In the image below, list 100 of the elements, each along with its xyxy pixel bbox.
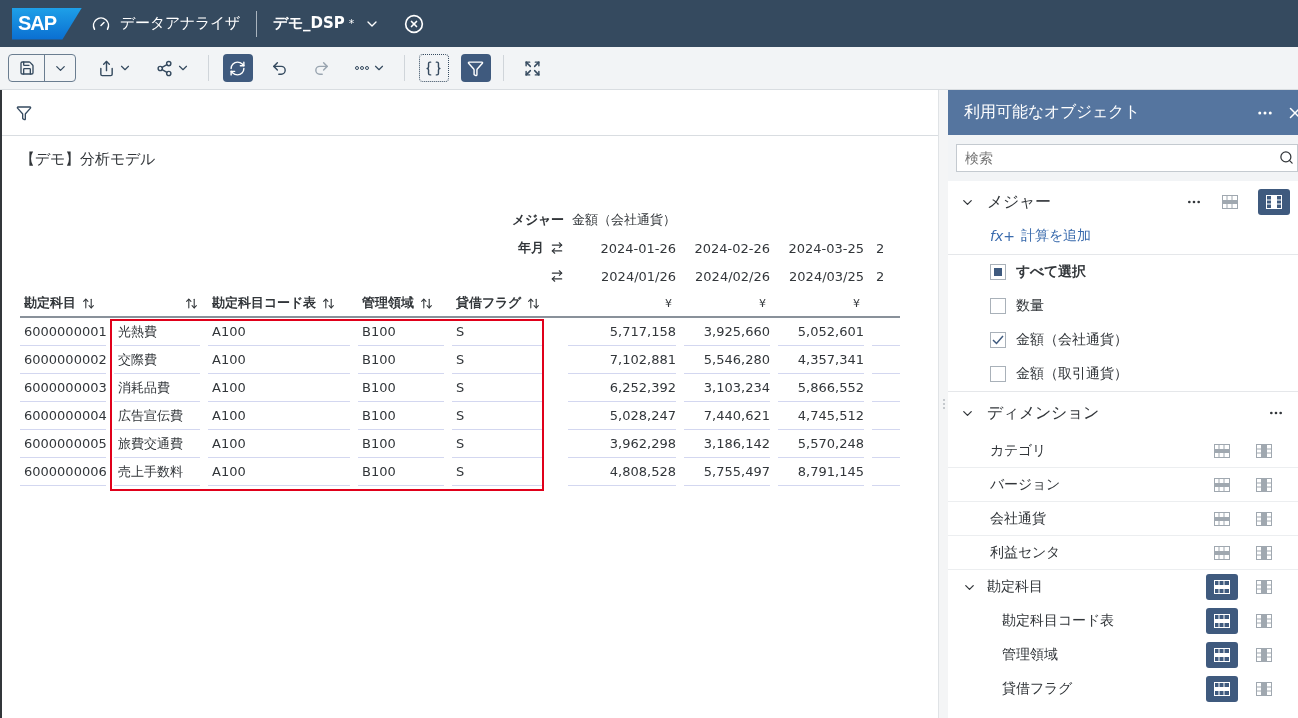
dimension-item[interactable]: 利益センタ: [990, 543, 1196, 562]
table-cell: 6000000003: [20, 374, 106, 402]
checkbox[interactable]: [990, 298, 1006, 314]
table-cell: 5,052,601: [778, 318, 864, 346]
dimension-item[interactable]: 勘定科目コード表: [1002, 612, 1196, 630]
table-cell: S: [452, 318, 544, 346]
table-cell: 3,925,660: [684, 318, 770, 346]
dimension-item[interactable]: 勘定科目: [987, 578, 1196, 596]
table-cell: 5,570,248: [778, 430, 864, 458]
rows-axis-button[interactable]: [1206, 608, 1238, 634]
column-header[interactable]: 管理領域: [362, 294, 414, 312]
table-cell: 4,808,528: [568, 458, 676, 486]
table-cell: 6000000006: [20, 458, 106, 486]
currency-symbol: ¥: [853, 296, 860, 310]
period-label: 2: [876, 268, 885, 284]
table-cell: 旅費交通費: [114, 430, 200, 458]
table-cell: 交際費: [114, 346, 200, 374]
table-cell: A100: [208, 430, 350, 458]
table-cell: 5,028,247: [568, 402, 676, 430]
measure-name: 金額（会社通貨）: [572, 211, 676, 229]
sort-icon[interactable]: [82, 296, 95, 310]
table-cell: A100: [208, 318, 350, 346]
dimension-item[interactable]: 会社通貨: [990, 509, 1196, 528]
columns-axis-button[interactable]: [1258, 189, 1290, 215]
table-cell: B100: [358, 430, 444, 458]
checkbox[interactable]: [990, 366, 1006, 382]
column-header[interactable]: 貸借フラグ: [456, 294, 521, 312]
table-cell: B100: [358, 458, 444, 486]
columns-axis-icon: [1256, 580, 1272, 594]
braces-icon: [425, 59, 442, 77]
rows-axis-icon: [1214, 477, 1230, 492]
table-cell: S: [452, 430, 544, 458]
table-cell: 3,103,234: [684, 374, 770, 402]
table-cell: 6000000001: [20, 318, 106, 346]
checkbox[interactable]: [990, 332, 1006, 348]
table-cell: A100: [208, 458, 350, 486]
add-filter-icon[interactable]: [16, 104, 32, 121]
currency-symbol: ¥: [665, 296, 672, 310]
sort-icon[interactable]: [527, 296, 540, 310]
period-label: 年月: [518, 239, 544, 257]
column-header[interactable]: 勘定科目コード表: [212, 294, 316, 312]
dimension-item[interactable]: カテゴリ: [990, 441, 1196, 460]
add-calculation-link[interactable]: fx+ 計算を追加: [948, 223, 1298, 255]
columns-axis-icon: [1256, 682, 1272, 696]
check-icon: [992, 335, 1004, 345]
table-cell: 消耗品費: [114, 374, 200, 402]
columns-axis-icon: [1266, 195, 1282, 209]
table-cell: A100: [208, 402, 350, 430]
columns-axis-icon: [1256, 477, 1272, 492]
dimension-item[interactable]: 管理領域: [1002, 646, 1196, 664]
filter-button[interactable]: [461, 54, 491, 82]
period-label: 2024/02/26: [695, 268, 770, 284]
checkbox[interactable]: [990, 264, 1006, 280]
table-cell: S: [452, 346, 544, 374]
rows-axis-icon: [1214, 545, 1230, 560]
columns-axis-icon: [1256, 648, 1272, 662]
app-name: データアナライザ: [120, 14, 240, 33]
refresh-button[interactable]: [223, 54, 253, 82]
measure-item: 金額（会社通貨）: [1016, 331, 1128, 349]
rows-axis-icon: [1214, 614, 1230, 628]
table-cell: A100: [208, 346, 350, 374]
dimension-item[interactable]: バージョン: [990, 475, 1196, 494]
rows-axis-button[interactable]: [1206, 676, 1238, 702]
table-cell: 光熱費: [114, 318, 200, 346]
rows-axis-icon: [1214, 648, 1230, 662]
gauge-icon: [92, 14, 110, 33]
table-cell: B100: [358, 346, 444, 374]
table-cell: 6000000005: [20, 430, 106, 458]
panel-title: 利用可能なオブジェクト: [964, 102, 1141, 123]
share-icon: [156, 59, 173, 77]
sort-icon[interactable]: [420, 296, 433, 310]
rows-axis-icon: [1222, 195, 1238, 209]
table-cell: S: [452, 374, 544, 402]
report-title: 【デモ】分析モデル: [19, 149, 156, 170]
period-date: 2: [876, 240, 885, 256]
table-cell: 5,717,158: [568, 318, 676, 346]
document-title[interactable]: デモ_DSP: [273, 14, 345, 33]
period-date: 2024-03-25: [788, 240, 864, 256]
section-title: ディメンション: [987, 402, 1100, 424]
splitter-handle[interactable]: [942, 399, 945, 409]
rows-axis-icon: [1214, 682, 1230, 696]
table-cell: A100: [208, 374, 350, 402]
search-field[interactable]: 検索: [956, 144, 1298, 172]
swap-icon[interactable]: [550, 269, 564, 283]
rows-axis-button[interactable]: [1206, 574, 1238, 600]
sort-icon[interactable]: [322, 296, 335, 310]
redo-icon: [313, 59, 330, 77]
dimension-item[interactable]: 貸借フラグ: [1002, 680, 1196, 698]
measure-item: 金額（取引通貨）: [1016, 365, 1128, 383]
table-cell: 4,745,512: [778, 402, 864, 430]
swap-icon[interactable]: [550, 241, 564, 255]
rows-axis-button[interactable]: [1206, 642, 1238, 668]
search-icon[interactable]: [1279, 150, 1294, 165]
sort-icon[interactable]: [185, 296, 198, 310]
table-cell: 売上手数料: [114, 458, 200, 486]
period-date: 2024-02-26: [694, 240, 770, 256]
table-cell: 3,962,298: [568, 430, 676, 458]
period-label: 2024/03/25: [789, 268, 864, 284]
column-header[interactable]: 勘定科目: [24, 294, 76, 312]
close-icon[interactable]: [404, 13, 425, 34]
